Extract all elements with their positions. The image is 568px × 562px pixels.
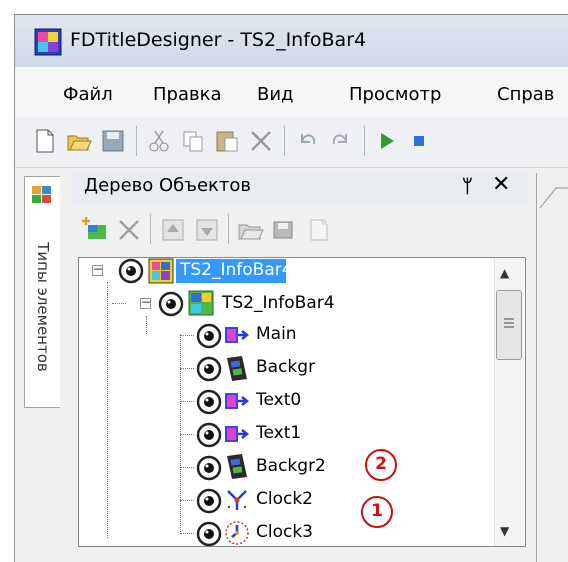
tree-root-label[interactable]: TS2_InfoBar4	[180, 260, 293, 280]
video-object-icon	[227, 356, 247, 381]
properties-icon[interactable]	[304, 215, 334, 245]
tree-line	[180, 401, 194, 402]
text-object-icon	[225, 426, 250, 442]
visibility-eye-icon[interactable]	[196, 422, 222, 448]
tree-line	[180, 467, 194, 468]
tree-item-label[interactable]: Backgr	[256, 357, 315, 377]
video-object-icon	[227, 454, 247, 479]
tree-line	[112, 303, 126, 304]
tree-line	[180, 434, 194, 435]
clock-hands-icon	[227, 490, 247, 510]
open-file-icon[interactable]	[236, 215, 266, 245]
delete-object-icon[interactable]	[114, 215, 144, 245]
group-expander[interactable]: −	[140, 296, 151, 309]
tree-line	[180, 368, 194, 369]
toolbar-separator	[150, 214, 151, 244]
tree-item-label[interactable]: Backgr2	[256, 456, 326, 476]
element-types-icon	[32, 186, 51, 203]
copy-icon[interactable]	[180, 128, 206, 154]
pin-button[interactable]: ᛘ	[462, 176, 473, 197]
menu-file[interactable]: Файл	[63, 84, 113, 105]
tree-line	[180, 533, 194, 534]
annotation-badge: 1	[361, 496, 393, 528]
text-object-icon	[225, 393, 250, 409]
tree-line	[107, 282, 108, 294]
cut-icon[interactable]	[146, 128, 172, 154]
add-object-icon[interactable]	[80, 215, 110, 245]
panel-title: Дерево Объектов	[84, 175, 252, 196]
element-types-tab-label: Типы элементов	[34, 242, 52, 372]
undo-icon[interactable]	[294, 128, 320, 154]
clock-face-icon	[225, 521, 249, 545]
play-icon[interactable]	[374, 128, 400, 154]
tree-line	[180, 335, 194, 336]
stop-icon[interactable]	[406, 128, 432, 154]
project-icon	[148, 258, 174, 284]
scroll-grip-icon	[504, 318, 514, 328]
visibility-eye-icon[interactable]	[196, 389, 222, 415]
visibility-eye-icon[interactable]	[158, 291, 184, 317]
new-icon[interactable]	[32, 128, 58, 154]
tree-item-label[interactable]: Clock2	[256, 489, 313, 509]
paste-icon[interactable]	[214, 128, 240, 154]
main-toolbar	[15, 117, 568, 168]
visibility-eye-icon[interactable]	[118, 258, 144, 284]
redo-icon[interactable]	[328, 128, 354, 154]
delete-icon[interactable]	[248, 128, 274, 154]
menu-edit[interactable]: Правка	[153, 84, 222, 105]
annotation-badge: 2	[365, 449, 397, 481]
tree-item-label[interactable]: Clock3	[256, 522, 313, 542]
visibility-eye-icon[interactable]	[196, 323, 222, 349]
document-area	[536, 173, 568, 562]
text-object-icon	[225, 327, 250, 343]
scroll-up-arrow-icon[interactable]: ▲	[500, 266, 509, 280]
save-icon[interactable]	[100, 128, 126, 154]
root-expander[interactable]: −	[92, 263, 103, 276]
save-file-icon[interactable]	[270, 215, 300, 245]
tree-group-label[interactable]: TS2_InfoBar4	[222, 293, 335, 313]
close-button[interactable]: ✕	[492, 172, 510, 197]
tree-item-label[interactable]: Main	[256, 324, 297, 344]
menu-help[interactable]: Справ	[497, 84, 554, 105]
move-down-icon[interactable]	[192, 215, 222, 245]
window-title: FDTitleDesigner - TS2_InfoBar4	[70, 29, 367, 51]
toolbar-separator	[228, 214, 229, 244]
tree-line	[180, 500, 194, 501]
visibility-eye-icon[interactable]	[196, 356, 222, 382]
app-icon	[34, 28, 62, 56]
group-icon	[188, 290, 214, 316]
tree-line	[146, 316, 147, 334]
panel-bottom	[72, 548, 528, 562]
scroll-down-arrow-icon[interactable]: ▼	[500, 524, 509, 538]
menu-preview[interactable]: Просмотр	[349, 84, 441, 105]
visibility-eye-icon[interactable]	[196, 521, 222, 547]
visibility-eye-icon[interactable]	[196, 488, 222, 514]
tree-line	[107, 294, 108, 538]
document-tab-corner[interactable]	[538, 178, 568, 208]
toolbar-separator	[284, 126, 285, 156]
tree-item-label[interactable]: Text1	[256, 423, 301, 443]
menu-view[interactable]: Вид	[257, 84, 294, 105]
visibility-eye-icon[interactable]	[196, 455, 222, 481]
move-up-icon[interactable]	[158, 215, 188, 245]
toolbar-separator	[364, 126, 365, 156]
tree-item-label[interactable]: Text0	[256, 390, 301, 410]
toolbar-separator	[136, 126, 137, 156]
open-icon[interactable]	[66, 128, 92, 154]
